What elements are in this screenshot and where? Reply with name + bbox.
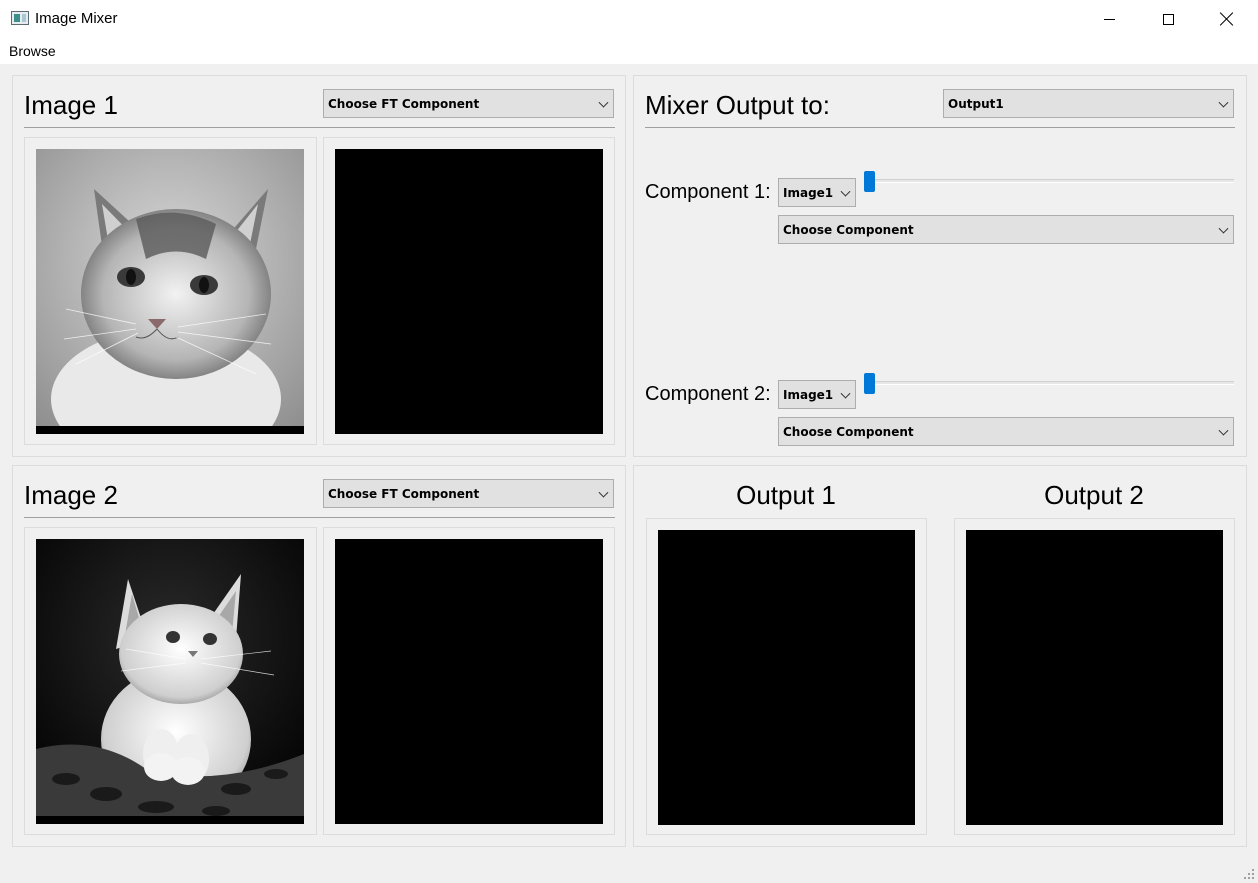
output1-title: Output 1 <box>736 480 836 510</box>
kitten-photo-1 <box>36 149 304 434</box>
output1-display <box>658 530 915 825</box>
image2-ft-display <box>335 539 603 824</box>
component2-slider-track[interactable] <box>864 381 1234 385</box>
menu-bar: Browse <box>0 38 1258 64</box>
window-title: Image Mixer <box>35 10 118 27</box>
output2-display <box>966 530 1223 825</box>
component2-image-text: Image1 <box>783 387 834 402</box>
chevron-down-icon <box>1218 223 1229 234</box>
image2-title: Image 2 <box>24 480 118 510</box>
chevron-down-icon <box>598 97 609 108</box>
resize-grip[interactable] <box>1244 869 1256 881</box>
mixer-panel: Mixer Output to: Output1 Component 1: Im… <box>633 75 1247 457</box>
output2-title: Output 2 <box>1044 480 1144 510</box>
chevron-down-icon <box>1218 97 1229 108</box>
chevron-down-icon <box>840 388 851 399</box>
component2-slider-handle[interactable] <box>864 373 875 394</box>
component1-slider-track[interactable] <box>864 179 1234 183</box>
image1-ft-component-select[interactable]: Choose FT Component <box>323 89 614 118</box>
close-icon <box>1220 12 1234 26</box>
image2-ft-viewer[interactable] <box>323 527 615 835</box>
maximize-icon <box>1162 13 1174 25</box>
image1-ft-viewer[interactable] <box>323 137 615 445</box>
output2-viewer[interactable] <box>954 518 1235 835</box>
image1-ft-display <box>335 149 603 434</box>
minimize-icon <box>1103 18 1115 20</box>
image2-original-viewer[interactable] <box>24 527 317 835</box>
mixer-output-text: Output1 <box>948 96 1004 111</box>
output1-viewer[interactable] <box>646 518 927 835</box>
image1-photo <box>36 149 304 434</box>
component1-label: Component 1: <box>645 181 771 203</box>
image2-ft-component-select[interactable]: Choose FT Component <box>323 479 614 508</box>
mixer-title: Mixer Output to: <box>645 90 830 120</box>
component2-label: Component 2: <box>645 383 771 405</box>
maximize-button[interactable] <box>1139 0 1197 38</box>
image1-original-viewer[interactable] <box>24 137 317 445</box>
menu-browse[interactable]: Browse <box>9 43 56 59</box>
component1-image-select[interactable]: Image1 <box>778 178 856 207</box>
mixer-divider <box>645 127 1235 128</box>
close-button[interactable] <box>1198 0 1256 38</box>
component2-type-text: Choose Component <box>783 424 914 439</box>
chevron-down-icon <box>840 186 851 197</box>
image2-divider <box>24 517 615 518</box>
image2-ft-component-text: Choose FT Component <box>328 486 480 501</box>
image1-panel: Image 1 Choose FT Component <box>12 75 626 457</box>
title-bar: Image Mixer <box>0 0 1258 38</box>
component2-image-select[interactable]: Image1 <box>778 380 856 409</box>
minimize-button[interactable] <box>1080 0 1138 38</box>
image2-panel: Image 2 Choose FT Component <box>12 465 626 847</box>
mixer-output-select[interactable]: Output1 <box>943 89 1234 118</box>
app-window-icon <box>11 11 29 25</box>
component2-type-select[interactable]: Choose Component <box>778 417 1234 446</box>
chevron-down-icon <box>598 487 609 498</box>
component1-type-select[interactable]: Choose Component <box>778 215 1234 244</box>
component1-slider-handle[interactable] <box>864 171 875 192</box>
image2-photo <box>36 539 304 824</box>
image1-title: Image 1 <box>24 90 118 120</box>
chevron-down-icon <box>1218 425 1229 436</box>
component1-type-text: Choose Component <box>783 222 914 237</box>
component1-image-text: Image1 <box>783 185 834 200</box>
image1-ft-component-text: Choose FT Component <box>328 96 480 111</box>
kitten-photo-2 <box>36 539 304 824</box>
outputs-panel: Output 1 Output 2 <box>633 465 1247 847</box>
image1-divider <box>24 127 615 128</box>
